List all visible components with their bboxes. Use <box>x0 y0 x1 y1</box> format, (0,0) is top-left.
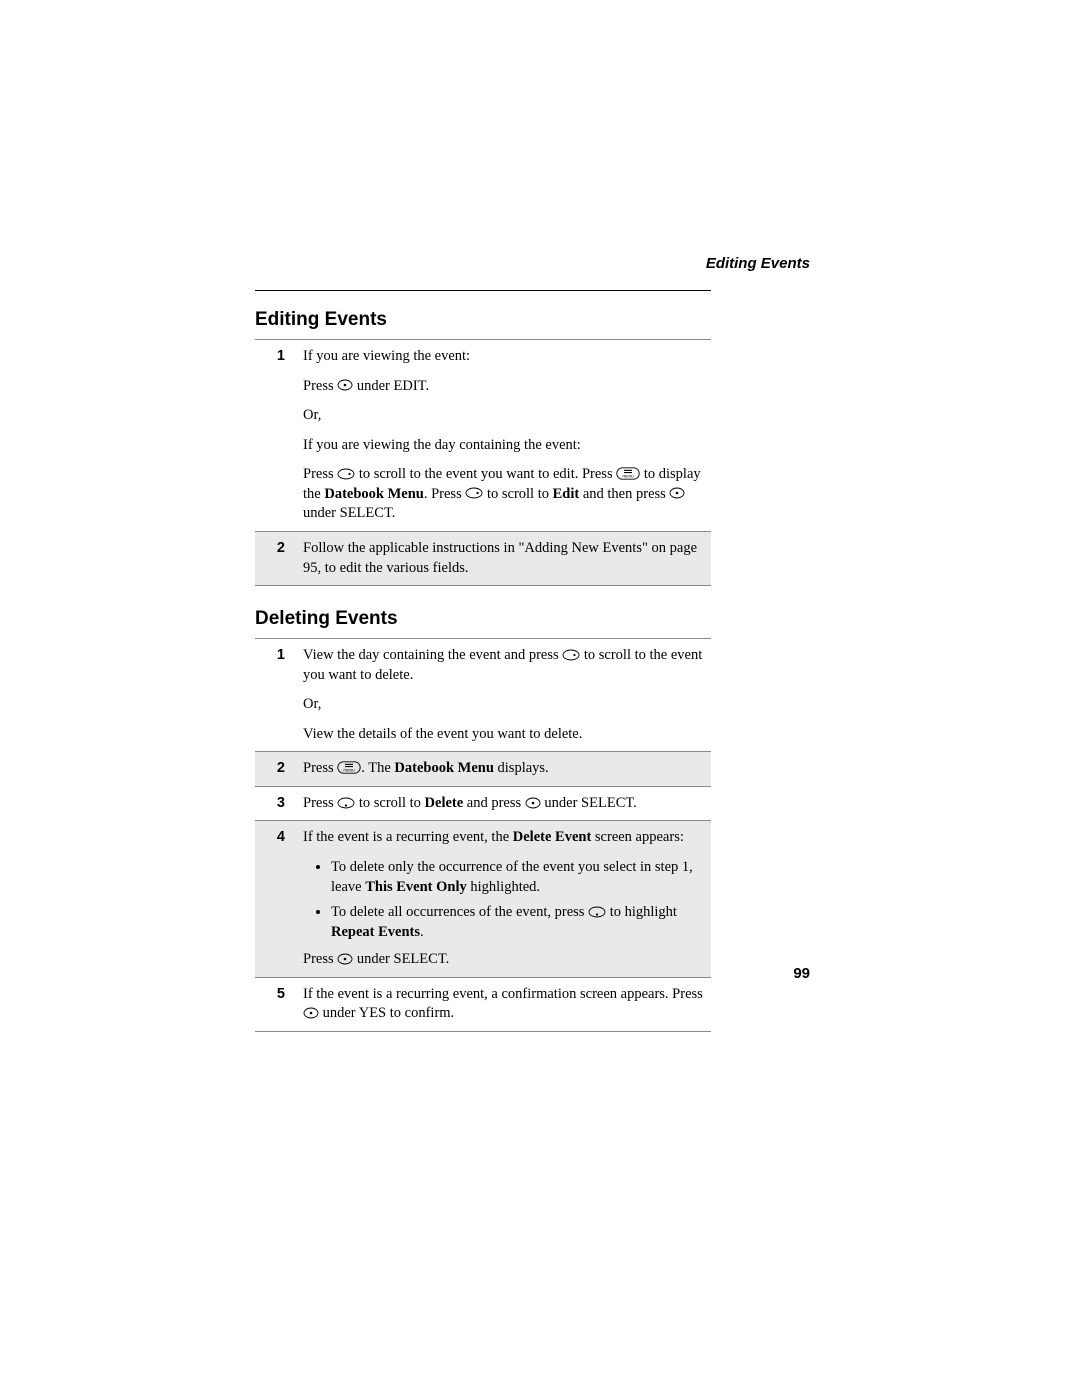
deleting-steps-table: 1 View the day containing the event and … <box>255 638 711 1032</box>
step-number: 3 <box>255 786 295 821</box>
heading-editing-events: Editing Events <box>255 309 711 331</box>
table-row: 1 If you are viewing the event: Press un… <box>255 340 711 532</box>
select-dot-icon <box>303 1007 319 1019</box>
select-dot-icon <box>337 953 353 965</box>
step-body: If you are viewing the event: Press unde… <box>295 340 711 532</box>
text: If the event is a recurring event, the D… <box>303 828 703 848</box>
nav-right-icon <box>337 468 355 480</box>
step-body: Follow the applicable instructions in "A… <box>295 531 711 585</box>
select-dot-icon <box>525 797 541 809</box>
text: If the event is a recurring event, a con… <box>303 985 703 1024</box>
text: Or, <box>303 695 703 715</box>
step-number: 2 <box>255 531 295 585</box>
step-number: 5 <box>255 977 295 1031</box>
editing-steps-table: 1 If you are viewing the event: Press un… <box>255 339 711 586</box>
select-dot-icon <box>337 379 353 391</box>
page-number: 99 <box>793 965 810 982</box>
text: If you are viewing the day containing th… <box>303 436 703 456</box>
step-number: 2 <box>255 752 295 787</box>
content: Editing Events 1 If you are viewing the … <box>255 280 711 1032</box>
menu-key-icon: menu <box>616 467 640 480</box>
svg-text:menu: menu <box>344 768 356 773</box>
step-body: Press to scroll to Delete and press unde… <box>295 786 711 821</box>
menu-key-icon: menu <box>337 761 361 774</box>
running-head: Editing Events <box>706 255 810 272</box>
table-row: 2 Press menu. The Datebook Menu displays… <box>255 752 711 787</box>
nav-down-icon <box>588 906 606 918</box>
list-item: To delete all occurrences of the event, … <box>331 903 703 942</box>
text: If you are viewing the event: <box>303 347 703 367</box>
list-item: To delete only the occurrence of the eve… <box>331 858 703 897</box>
text: Follow the applicable instructions in "A… <box>303 539 703 578</box>
table-row: 1 View the day containing the event and … <box>255 639 711 752</box>
page: Editing Events Editing Events 1 If you a… <box>0 0 1080 1397</box>
bullet-list: To delete only the occurrence of the eve… <box>303 858 703 942</box>
text: Press menu. The Datebook Menu displays. <box>303 759 703 779</box>
top-rule <box>255 290 711 291</box>
step-body: If the event is a recurring event, a con… <box>295 977 711 1031</box>
heading-deleting-events: Deleting Events <box>255 608 711 630</box>
step-number: 1 <box>255 340 295 532</box>
step-body: Press menu. The Datebook Menu displays. <box>295 752 711 787</box>
nav-right-icon <box>562 649 580 661</box>
step-number: 1 <box>255 639 295 752</box>
table-row: 4 If the event is a recurring event, the… <box>255 821 711 977</box>
text: Press to scroll to Delete and press unde… <box>303 794 703 814</box>
svg-text:menu: menu <box>623 474 635 479</box>
step-number: 4 <box>255 821 295 977</box>
select-dot-icon <box>669 487 685 499</box>
nav-down-icon <box>337 797 355 809</box>
text: Press to scroll to the event you want to… <box>303 465 703 524</box>
step-body: View the day containing the event and pr… <box>295 639 711 752</box>
table-row: 2 Follow the applicable instructions in … <box>255 531 711 585</box>
table-row: 3 Press to scroll to Delete and press un… <box>255 786 711 821</box>
text: Press under EDIT. <box>303 377 703 397</box>
table-row: 5 If the event is a recurring event, a c… <box>255 977 711 1031</box>
step-body: If the event is a recurring event, the D… <box>295 821 711 977</box>
text: Or, <box>303 406 703 426</box>
text: Press under SELECT. <box>303 950 703 970</box>
text: View the details of the event you want t… <box>303 725 703 745</box>
nav-right-icon <box>465 487 483 499</box>
text: View the day containing the event and pr… <box>303 646 703 685</box>
